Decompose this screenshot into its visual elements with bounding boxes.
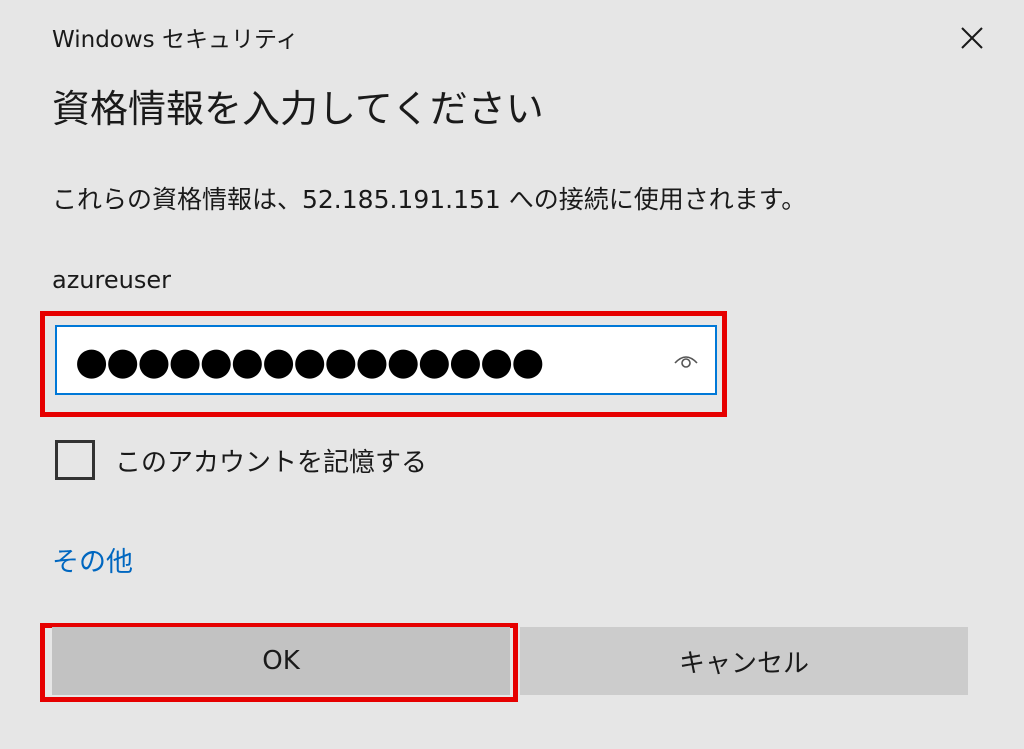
credentials-dialog: Windows セキュリティ 資格情報を入力してください これらの資格情報は、5… <box>0 0 1024 749</box>
eye-icon <box>674 356 698 368</box>
password-input[interactable]: ●●●●●●●●●●●●●●● <box>55 325 717 395</box>
window-title: Windows セキュリティ <box>52 27 299 53</box>
password-masked-value: ●●●●●●●●●●●●●●● <box>75 339 544 383</box>
more-choices-link[interactable]: その他 <box>52 540 133 579</box>
close-button[interactable] <box>950 18 994 58</box>
ok-button[interactable]: OK <box>52 627 510 695</box>
cancel-button[interactable]: キャンセル <box>520 627 968 695</box>
remember-account-checkbox[interactable] <box>55 440 95 480</box>
dialog-heading: 資格情報を入力してください <box>52 87 544 131</box>
username-label: azureuser <box>52 266 171 294</box>
remember-account-option[interactable]: このアカウントを記憶する <box>55 440 427 480</box>
reveal-password-button[interactable] <box>671 347 701 375</box>
dialog-description: これらの資格情報は、52.185.191.151 への接続に使用されます。 <box>52 185 807 214</box>
close-icon <box>961 27 983 49</box>
remember-account-label: このアカウントを記憶する <box>115 447 428 478</box>
